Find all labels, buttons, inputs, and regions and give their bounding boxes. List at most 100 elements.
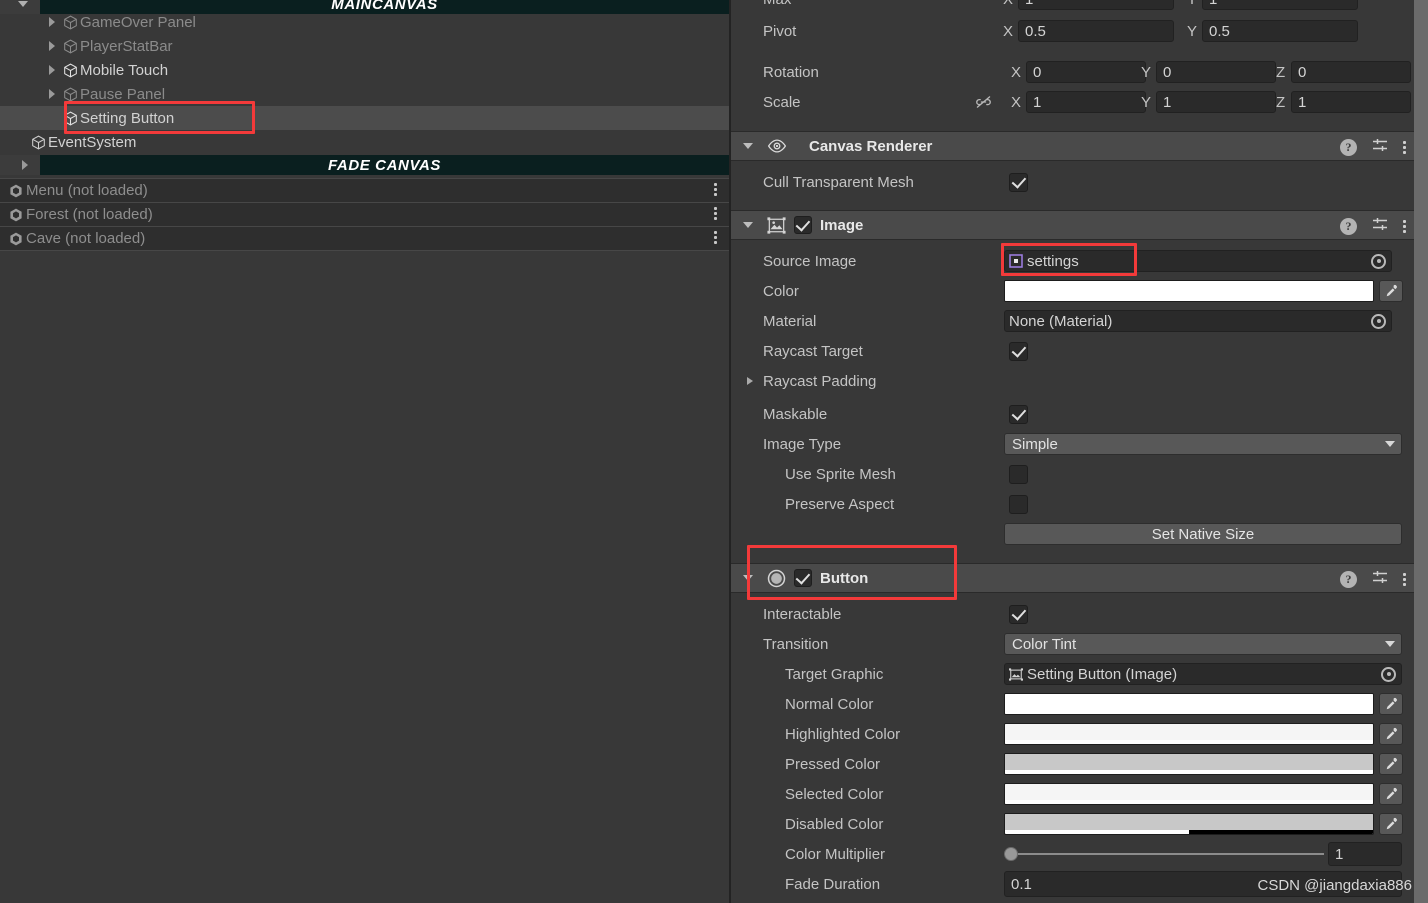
scene-row-label: Forest (not loaded) <box>26 206 153 223</box>
color-multiplier-slider[interactable] <box>1004 843 1324 865</box>
scene-row-forest[interactable]: Forest (not loaded) <box>0 202 729 226</box>
button-component-icon <box>767 569 786 588</box>
scale-y-field[interactable]: 1 <box>1156 91 1276 113</box>
canvas-renderer-header[interactable]: Canvas Renderer ? <box>731 131 1414 161</box>
component-menu-icon[interactable] <box>1403 572 1406 586</box>
target-graphic-objectfield[interactable]: Setting Button (Image) <box>1004 663 1402 685</box>
scene-menu-icon[interactable] <box>714 207 717 220</box>
object-picker-icon[interactable] <box>1371 313 1386 329</box>
color-eyedropper-icon[interactable] <box>1379 693 1403 715</box>
cull-transparent-mesh-checkbox[interactable] <box>1009 172 1028 192</box>
transition-row: Transition Color Tint <box>731 629 1414 659</box>
scene-menu-icon[interactable] <box>714 231 717 244</box>
cull-transparent-mesh-label: Cull Transparent Mesh <box>763 173 914 191</box>
preset-icon[interactable] <box>1371 216 1389 237</box>
help-icon[interactable]: ? <box>1340 570 1357 588</box>
expand-arrow-icon[interactable] <box>44 89 60 99</box>
raycast-padding-foldout-icon[interactable] <box>747 377 753 385</box>
expand-arrow-icon[interactable] <box>44 17 60 27</box>
scale-unlinked-icon[interactable] <box>974 94 993 110</box>
rotation-z-field[interactable]: 0 <box>1291 61 1411 83</box>
help-icon[interactable]: ? <box>1340 138 1357 156</box>
component-menu-icon[interactable] <box>1403 219 1406 233</box>
transition-dropdown[interactable]: Color Tint <box>1004 633 1402 655</box>
hierarchy-panel: MAINCANVAS GameOver Panel PlayerStatBar … <box>0 0 731 903</box>
scene-row-cave[interactable]: Cave (not loaded) <box>0 226 729 250</box>
maskable-checkbox[interactable] <box>1009 404 1028 424</box>
pressed-color-swatch[interactable] <box>1004 753 1374 775</box>
raycast-target-checkbox[interactable] <box>1009 341 1028 361</box>
expand-arrow-icon[interactable] <box>44 65 60 75</box>
button-component-header[interactable]: Button ? <box>731 563 1414 593</box>
max-y-axis-label: Y <box>1187 0 1201 8</box>
help-icon[interactable]: ? <box>1340 217 1357 235</box>
hierarchy-item-pause-panel[interactable]: Pause Panel <box>0 82 729 106</box>
selected-color-swatch[interactable] <box>1004 783 1374 805</box>
pivot-x-field[interactable]: 0.5 <box>1018 20 1174 42</box>
image-enabled-checkbox[interactable] <box>794 216 812 234</box>
scale-x-field[interactable]: 1 <box>1026 91 1146 113</box>
color-eyedropper-icon[interactable] <box>1379 813 1403 835</box>
hierarchy-item-setting-button[interactable]: Setting Button <box>0 106 729 130</box>
preserve-aspect-checkbox[interactable] <box>1009 494 1028 514</box>
preset-icon[interactable] <box>1371 137 1389 158</box>
max-x-field[interactable]: 1 <box>1018 0 1174 10</box>
transition-label: Transition <box>763 635 829 653</box>
scene-row-menu[interactable]: Menu (not loaded) <box>0 178 729 202</box>
hierarchy-item-eventsystem[interactable]: EventSystem <box>0 130 729 154</box>
inspector-scrollbar[interactable] <box>1414 0 1428 903</box>
highlighted-color-swatch[interactable] <box>1004 723 1374 745</box>
main-canvas-foldout[interactable] <box>0 1 40 7</box>
canvas-renderer-foldout[interactable] <box>743 143 753 149</box>
raycast-target-row: Raycast Target <box>731 336 1414 366</box>
gameobject-cube-icon <box>60 63 80 78</box>
scene-menu-icon[interactable] <box>714 183 717 196</box>
source-image-objectfield[interactable]: settings <box>1004 250 1392 272</box>
image-type-row: Image Type Simple <box>731 429 1414 459</box>
interactable-checkbox[interactable] <box>1009 604 1028 624</box>
raycast-padding-row[interactable]: Raycast Padding <box>731 366 1414 396</box>
image-component-header[interactable]: Image ? <box>731 210 1414 240</box>
expand-arrow-icon[interactable] <box>44 41 60 51</box>
image-color-swatch[interactable] <box>1004 280 1374 302</box>
hierarchy-item-label: PlayerStatBar <box>80 37 173 55</box>
pivot-y-field[interactable]: 0.5 <box>1202 20 1358 42</box>
color-eyedropper-icon[interactable] <box>1379 783 1403 805</box>
image-material-label: Material <box>763 312 817 330</box>
button-title: Button <box>820 569 869 587</box>
fade-canvas-banner-row[interactable]: FADE CANVAS <box>0 155 729 175</box>
gameobject-cube-icon <box>60 87 80 102</box>
preset-icon[interactable] <box>1371 569 1389 590</box>
pivot-x-axis-label: X <box>1003 22 1014 40</box>
component-menu-icon[interactable] <box>1403 140 1406 154</box>
button-enabled-checkbox[interactable] <box>794 569 812 587</box>
rotation-x-field[interactable]: 0 <box>1026 61 1146 83</box>
color-eyedropper-icon[interactable] <box>1379 280 1403 302</box>
use-sprite-mesh-checkbox[interactable] <box>1009 464 1028 484</box>
fade-canvas-foldout[interactable] <box>0 160 40 170</box>
image-color-row: Color <box>731 276 1414 306</box>
scale-z-field[interactable]: 1 <box>1291 91 1411 113</box>
image-type-dropdown[interactable]: Simple <box>1004 433 1402 455</box>
hierarchy-item-gameover-panel[interactable]: GameOver Panel <box>0 10 729 34</box>
hierarchy-item-playerstatbar[interactable]: PlayerStatBar <box>0 34 729 58</box>
use-sprite-mesh-row: Use Sprite Mesh <box>731 459 1414 489</box>
max-y-field[interactable]: 1 <box>1202 0 1358 10</box>
color-multiplier-field[interactable]: 1 <box>1328 842 1402 866</box>
rotation-y-field[interactable]: 0 <box>1156 61 1276 83</box>
color-eyedropper-icon[interactable] <box>1379 723 1403 745</box>
scene-row-label: Cave (not loaded) <box>26 230 146 247</box>
image-material-objectfield[interactable]: None (Material) <box>1004 310 1392 332</box>
hierarchy-item-mobile-touch[interactable]: Mobile Touch <box>0 58 729 82</box>
source-image-value: settings <box>1027 252 1079 270</box>
image-foldout[interactable] <box>743 222 753 228</box>
object-picker-icon[interactable] <box>1381 666 1396 682</box>
set-native-size-button[interactable]: Set Native Size <box>1004 523 1402 545</box>
watermark-text: CSDN @jiangdaxia886 <box>1257 877 1412 894</box>
object-picker-icon[interactable] <box>1371 253 1386 269</box>
disabled-color-swatch[interactable] <box>1004 813 1374 835</box>
rotation-x-axis-label: X <box>1011 63 1022 81</box>
normal-color-swatch[interactable] <box>1004 693 1374 715</box>
button-foldout[interactable] <box>743 575 753 581</box>
color-eyedropper-icon[interactable] <box>1379 753 1403 775</box>
